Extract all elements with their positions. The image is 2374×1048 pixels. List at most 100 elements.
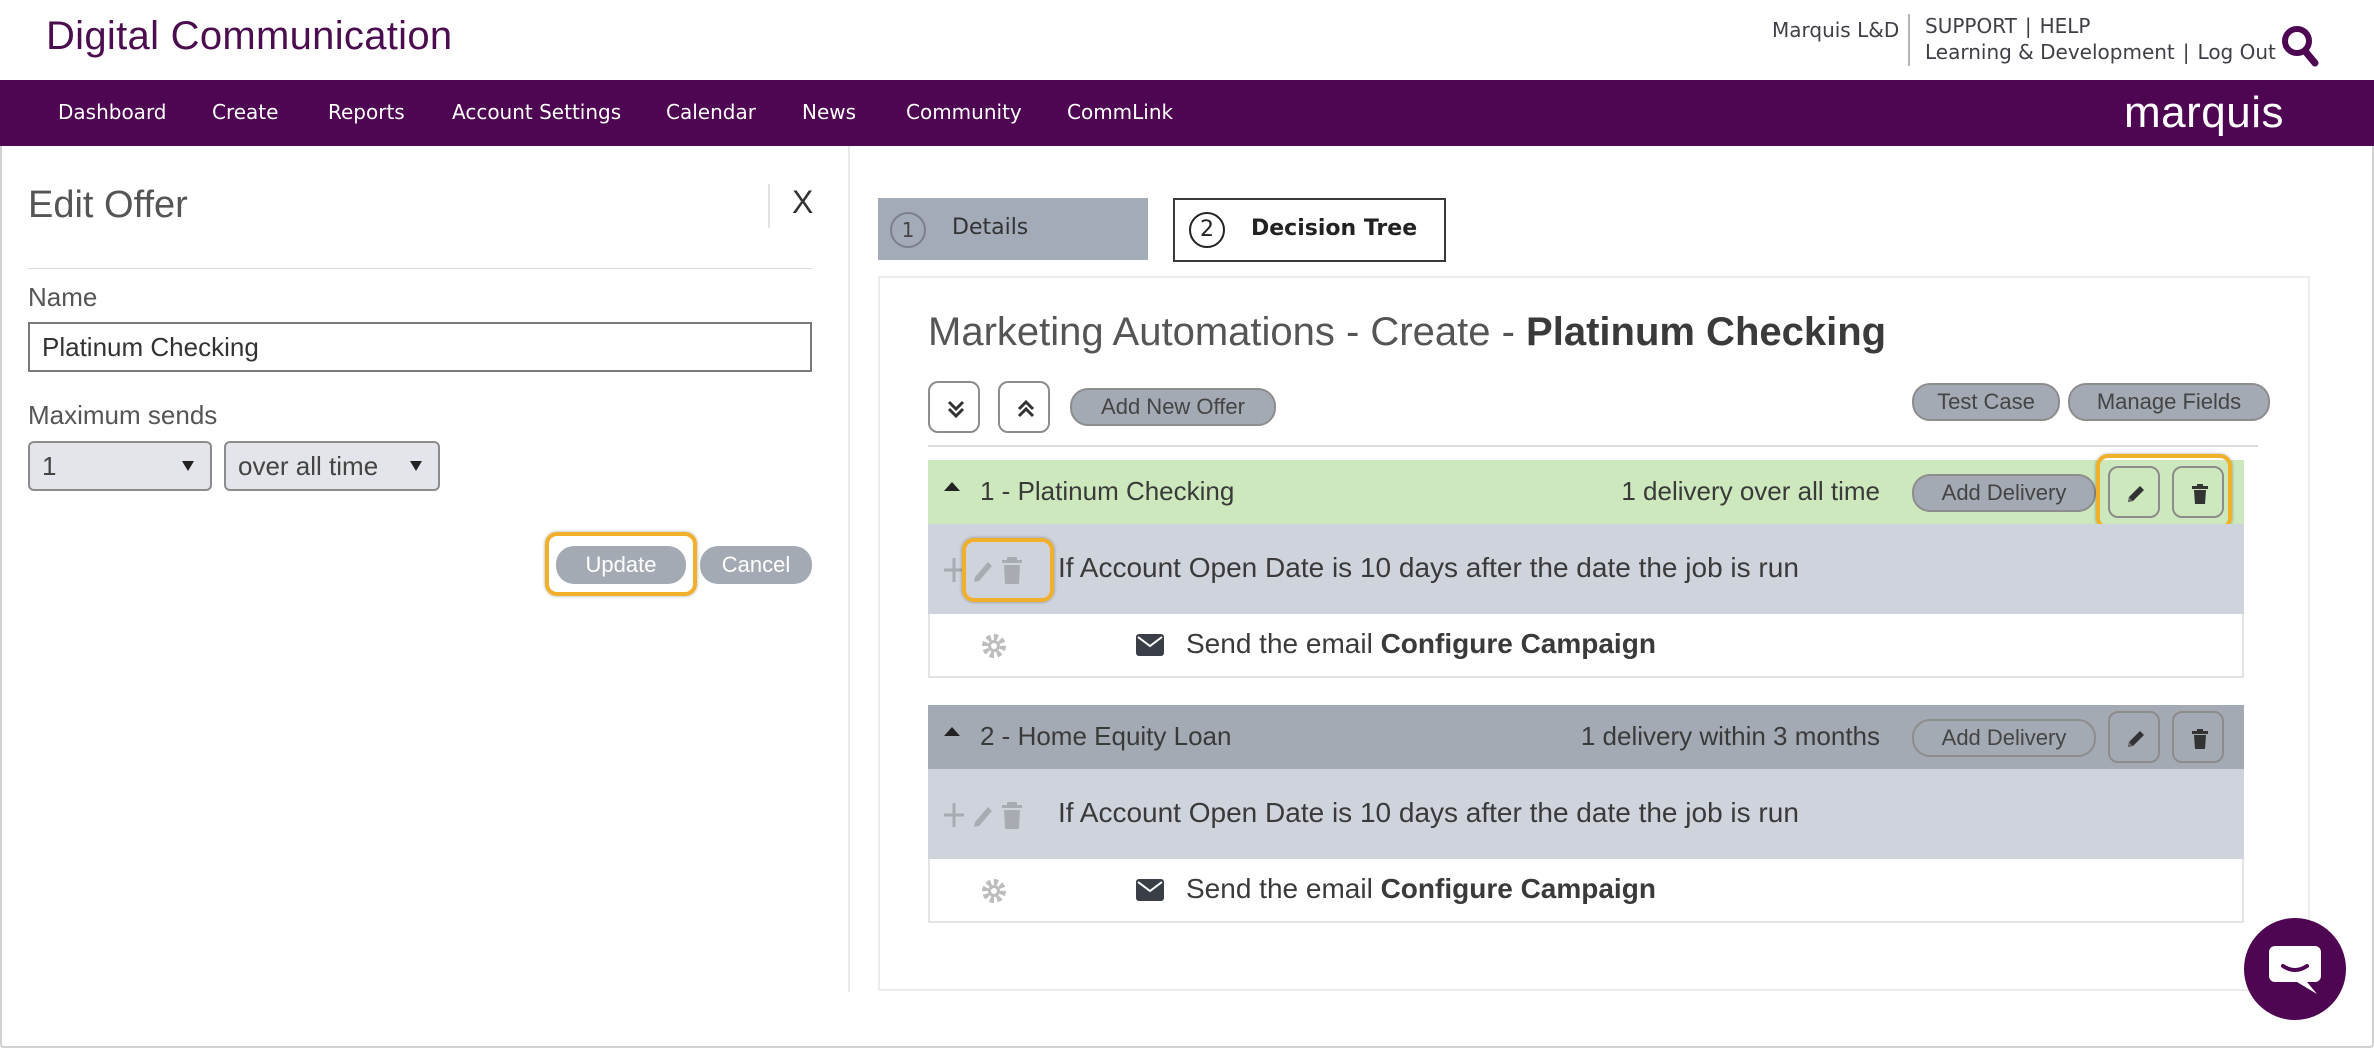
plus-icon[interactable] xyxy=(944,558,964,582)
page-title-prefix: Marketing Automations - Create - xyxy=(928,310,1527,354)
max-sends-select[interactable]: 1 xyxy=(28,441,212,491)
main-navbar: Dashboard Create Reports Account Setting… xyxy=(0,80,2374,146)
pencil-icon xyxy=(2128,731,2144,747)
page-title: Marketing Automations - Create - Platinu… xyxy=(928,310,1886,355)
name-input-value: Platinum Checking xyxy=(42,332,259,362)
action-row: Send the email Configure Campaign xyxy=(928,614,2244,678)
close-button[interactable]: X xyxy=(792,184,813,221)
edit-offer-panel: Edit Offer X Name Platinum Checking Maxi… xyxy=(0,146,850,992)
max-sends-value: 1 xyxy=(42,451,57,481)
condition-text: If Account Open Date is 10 days after th… xyxy=(1058,797,1799,828)
top-header: Digital Communication Marquis L&D SUPPOR… xyxy=(0,0,2374,80)
double-chevron-down-icon xyxy=(947,400,965,419)
support-link[interactable]: SUPPORT xyxy=(1925,14,2017,38)
logout-link[interactable]: Log Out xyxy=(2198,40,2276,64)
offer-list-divider xyxy=(928,445,2258,447)
offer-name: 1 - Platinum Checking xyxy=(980,476,1235,506)
expand-all-button[interactable] xyxy=(928,381,980,433)
tab-decision-tree[interactable]: 2 Decision Tree xyxy=(1173,198,1446,262)
learning-link[interactable]: Learning & Development xyxy=(1925,40,2175,64)
delete-offer-button[interactable] xyxy=(2172,711,2224,763)
header-divider xyxy=(1908,14,1910,66)
help-link[interactable]: HELP xyxy=(2040,14,2091,38)
offer-delivery-summary: 1 delivery over all time xyxy=(1621,476,1880,506)
edit-offer-button[interactable] xyxy=(2108,711,2160,763)
link-separator: | xyxy=(2182,40,2190,64)
marquis-logo: marquis xyxy=(2124,88,2284,137)
tab-details[interactable]: 1 Details xyxy=(878,198,1148,260)
trash-icon xyxy=(2192,484,2208,504)
trash-icon xyxy=(2192,729,2208,749)
nav-community[interactable]: Community xyxy=(906,100,1022,124)
caret-up-icon[interactable] xyxy=(944,482,960,491)
nav-create[interactable]: Create xyxy=(212,100,278,124)
configure-campaign-link[interactable]: Configure Campaign xyxy=(1381,628,1656,659)
configure-campaign-link[interactable]: Configure Campaign xyxy=(1381,873,1656,904)
add-delivery-button[interactable]: Add Delivery xyxy=(1912,474,2096,512)
test-case-button[interactable]: Test Case xyxy=(1912,383,2060,421)
action-row: Send the email Configure Campaign xyxy=(928,859,2244,923)
trash-icon[interactable] xyxy=(1002,557,1022,584)
search-icon[interactable] xyxy=(2280,24,2320,68)
page-title-offer: Platinum Checking xyxy=(1526,310,1887,354)
tab-details-number: 1 xyxy=(890,212,926,248)
pencil-icon xyxy=(2128,486,2144,502)
action-prefix: Send the email xyxy=(1186,873,1381,904)
name-input[interactable]: Platinum Checking xyxy=(28,322,812,372)
condition-row: If Account Open Date is 10 days after th… xyxy=(928,769,2244,859)
account-links: Learning & Development | Log Out xyxy=(1925,40,2276,64)
chat-button[interactable] xyxy=(2244,918,2346,1020)
link-separator: | xyxy=(2024,14,2032,38)
nav-dashboard[interactable]: Dashboard xyxy=(58,100,167,124)
condition-action-icons xyxy=(944,557,1022,584)
brand-title[interactable]: Digital Communication xyxy=(46,14,452,59)
action-text: Send the email Configure Campaign xyxy=(1186,628,1656,660)
offer-delivery-summary: 1 delivery within 3 months xyxy=(1580,721,1880,751)
chevron-down-icon xyxy=(182,461,194,471)
condition-text: If Account Open Date is 10 days after th… xyxy=(1058,552,1799,583)
chat-bubble-icon xyxy=(2269,946,2321,994)
trash-icon[interactable] xyxy=(1002,802,1022,829)
support-help-links: SUPPORT | HELP xyxy=(1925,14,2091,38)
cancel-button[interactable]: Cancel xyxy=(700,546,812,584)
gear-icon[interactable] xyxy=(980,877,1008,905)
offer-header: 1 - Platinum Checking 1 delivery over al… xyxy=(928,460,2244,524)
pencil-icon[interactable] xyxy=(974,807,992,827)
nav-calendar[interactable]: Calendar xyxy=(666,100,756,124)
condition-action-icons xyxy=(944,802,1022,829)
nav-commlink[interactable]: CommLink xyxy=(1067,100,1173,124)
add-delivery-button[interactable]: Add Delivery xyxy=(1912,719,2096,757)
edit-offer-title: Edit Offer xyxy=(28,184,188,226)
caret-up-icon[interactable] xyxy=(944,727,960,736)
title-divider xyxy=(28,268,812,269)
tab-details-label: Details xyxy=(952,215,1029,240)
nav-reports[interactable]: Reports xyxy=(328,100,405,124)
edit-offer-button[interactable] xyxy=(2108,466,2160,518)
close-divider xyxy=(768,184,770,228)
nav-news[interactable]: News xyxy=(802,100,856,124)
period-select[interactable]: over all time xyxy=(224,441,440,491)
pencil-icon[interactable] xyxy=(974,562,992,582)
action-prefix: Send the email xyxy=(1186,628,1381,659)
tab-decision-tree-number: 2 xyxy=(1189,212,1225,248)
condition-row: If Account Open Date is 10 days after th… xyxy=(928,524,2244,614)
offer-header: 2 - Home Equity Loan 1 delivery within 3… xyxy=(928,705,2244,769)
add-new-offer-button[interactable]: Add New Offer xyxy=(1070,388,1276,426)
plus-icon[interactable] xyxy=(944,803,964,827)
action-text: Send the email Configure Campaign xyxy=(1186,873,1656,905)
update-button[interactable]: Update xyxy=(556,546,686,584)
name-label: Name xyxy=(28,282,98,312)
double-chevron-up-icon xyxy=(1017,399,1035,418)
envelope-icon xyxy=(1136,634,1164,656)
maximum-sends-label: Maximum sends xyxy=(28,400,218,430)
manage-fields-button[interactable]: Manage Fields xyxy=(2068,383,2270,421)
tab-decision-tree-label: Decision Tree xyxy=(1251,216,1418,241)
chevron-down-icon xyxy=(410,461,422,471)
gear-icon[interactable] xyxy=(980,632,1008,660)
collapse-all-button[interactable] xyxy=(998,381,1050,433)
delete-offer-button[interactable] xyxy=(2172,466,2224,518)
period-value: over all time xyxy=(238,451,379,481)
nav-account-settings[interactable]: Account Settings xyxy=(452,100,621,124)
offer-name: 2 - Home Equity Loan xyxy=(980,721,1232,751)
envelope-icon xyxy=(1136,879,1164,901)
